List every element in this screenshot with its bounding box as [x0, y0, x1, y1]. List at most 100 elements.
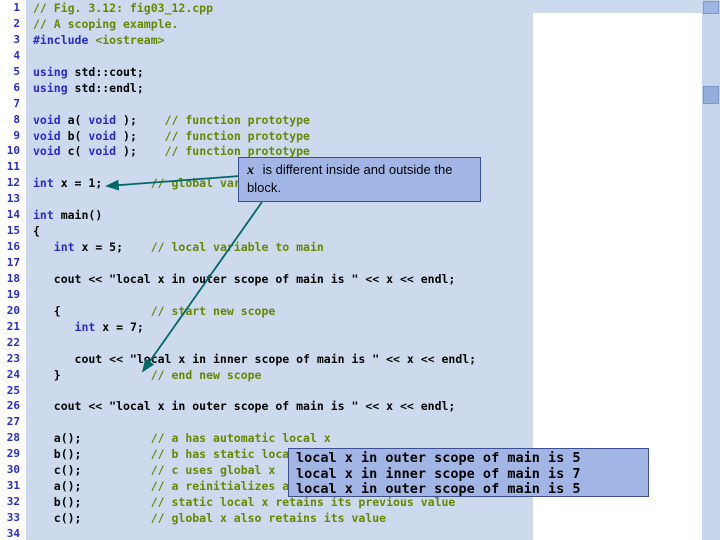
code-text: );: [116, 112, 165, 127]
code-comment: // start new scope: [150, 303, 276, 318]
line-number: 17: [6, 256, 20, 269]
code-line: c(); // global x also retains its value: [33, 511, 533, 527]
code-text: );: [116, 144, 165, 159]
code-keyword: void: [33, 112, 68, 127]
code-keyword: void: [33, 144, 68, 159]
code-text: a(: [67, 112, 89, 127]
line-number: 31: [6, 479, 20, 493]
code-line: cout << "local x in outer scope of main …: [33, 272, 533, 288]
code-comment: // a has automatic local x: [150, 431, 331, 446]
line-number-gutter: 1 2 3 4 5 6 7 8 9 10 11 12 13 14 15 16 17 18 19 20 21 22 23 24 2…: [0, 0, 26, 540]
line-number: 7: [13, 96, 20, 110]
callout-scope-note: x is different inside and outside the bl…: [238, 157, 481, 202]
right-scrollbar[interactable]: [702, 0, 720, 540]
code-line: { // start new scope: [33, 304, 533, 320]
code-keyword: void: [88, 112, 117, 127]
code-line: // Fig. 3.12: fig03_12.cpp: [33, 1, 533, 17]
line-number: 33: [6, 511, 20, 524]
output-line: local x in outer scope of main is 5: [296, 481, 581, 498]
line-number: 20: [6, 303, 20, 317]
code-line: cout << "local x in outer scope of main …: [33, 399, 533, 415]
line-number: 10: [6, 144, 20, 158]
code-keyword: void: [88, 144, 117, 159]
line-number: 1: [13, 1, 20, 14]
code-text: std::endl;: [74, 80, 144, 95]
line-number: 32: [6, 495, 20, 509]
code-text: b();: [33, 495, 151, 510]
code-text: main(): [60, 208, 103, 223]
code-line: #include <iostream>: [33, 33, 533, 49]
code-comment: // A scoping example.: [33, 16, 179, 31]
code-text: x = 5;: [81, 240, 151, 255]
code-text: c(: [67, 144, 89, 159]
line-number: 27: [6, 415, 20, 429]
code-comment: // static local x retains its previous v…: [150, 495, 456, 510]
callout-variable-x: x: [247, 163, 254, 178]
line-number: 8: [13, 112, 20, 126]
code-text: a();: [33, 479, 151, 494]
line-number: 12: [6, 176, 20, 190]
code-text: cout << "local x in inner scope of main …: [33, 351, 477, 366]
callout-text: is different inside and outside the bloc…: [247, 162, 453, 195]
line-number: 6: [13, 80, 20, 94]
line-number: 4: [13, 48, 20, 62]
code-text: );: [116, 128, 165, 143]
line-number: 26: [6, 399, 20, 413]
code-line: using std::cout;: [33, 65, 533, 81]
line-number: 9: [13, 128, 20, 142]
line-number: 19: [6, 287, 20, 301]
scrollbar-thumb[interactable]: [703, 86, 719, 104]
line-number: 2: [13, 16, 20, 30]
code-line: {: [33, 224, 533, 240]
code-line: b(); // static local x retains its previ…: [33, 495, 533, 511]
code-text: x = 7;: [102, 319, 144, 334]
code-keyword: int: [74, 319, 103, 334]
code-line: int main(): [33, 208, 533, 224]
code-comment: // local variable to main: [150, 240, 324, 255]
code-keyword: void: [88, 128, 117, 143]
code-comment: // Fig. 3.12: fig03_12.cpp: [33, 1, 214, 15]
line-number: 30: [6, 463, 20, 477]
code-text: x = 1;: [60, 176, 151, 191]
code-line: a(); // a has automatic local x: [33, 431, 533, 447]
line-number: 18: [6, 271, 20, 285]
line-number: 5: [13, 64, 20, 78]
line-number: 24: [6, 367, 20, 381]
line-number: 28: [6, 431, 20, 445]
code-text: c();: [33, 463, 151, 478]
code-text: c();: [33, 511, 151, 525]
line-number: 13: [6, 192, 20, 206]
code-keyword: #include: [33, 32, 96, 47]
line-number: 29: [6, 447, 20, 461]
code-comment: // b has static local x: [150, 447, 310, 462]
scrollbar-top-button[interactable]: [703, 1, 719, 14]
code-keyword: using: [33, 80, 75, 95]
code-comment: // function prototype: [164, 112, 310, 127]
code-text: {: [33, 303, 151, 318]
code-line: cout << "local x in inner scope of main …: [33, 352, 533, 368]
line-number: 15: [6, 224, 20, 238]
code-line: int x = 5; // local variable to main: [33, 240, 533, 256]
line-number: 14: [6, 208, 20, 222]
slide-canvas: 1 2 3 4 5 6 7 8 9 10 11 12 13 14 15 16 17 18 19 20 21 22 23 24 2…: [0, 0, 720, 540]
line-number: 16: [6, 240, 20, 254]
output-line: local x in outer scope of main is 5: [296, 450, 581, 466]
line-number: 3: [13, 32, 20, 46]
line-number: 23: [6, 351, 20, 365]
code-keyword: void: [33, 128, 68, 143]
code-line: // A scoping example.: [33, 17, 533, 33]
code-text: b(: [67, 128, 89, 143]
program-output-box: local x in outer scope of main is 5 local…: [288, 448, 649, 497]
code-comment: // function prototype: [164, 128, 310, 143]
line-number: 11: [6, 160, 20, 174]
code-line: } // end new scope: [33, 368, 533, 384]
code-text: b();: [33, 447, 151, 462]
